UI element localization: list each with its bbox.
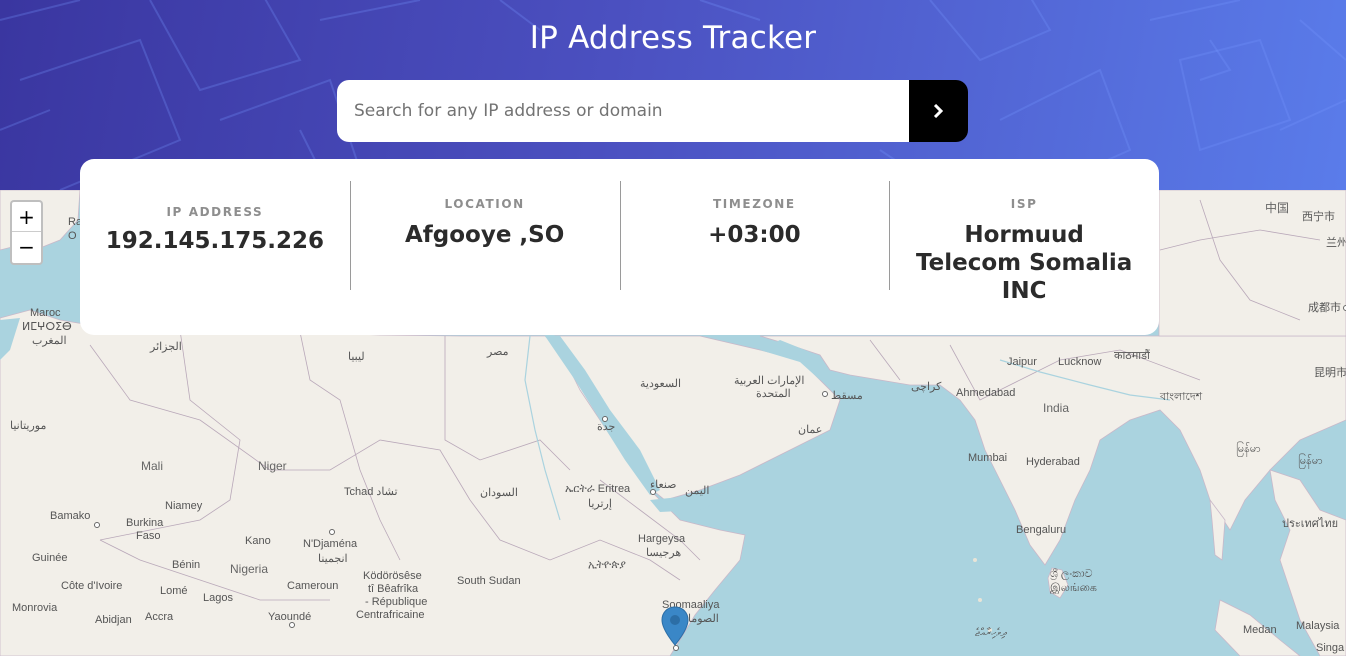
map-label: المغرب	[32, 335, 67, 347]
isp-label: ISP	[1010, 197, 1038, 211]
map-label: Accra	[145, 611, 174, 623]
map-label: இலங்கை	[1050, 582, 1097, 594]
map-label: ኤርትራ Eritrea	[565, 483, 631, 495]
map-label: الجزائر	[150, 341, 182, 353]
map-label: Bénin	[172, 559, 201, 571]
map-label: Niamey	[165, 500, 203, 512]
map-label: صنعاء	[650, 479, 677, 491]
map-label: မြန်မာ	[1236, 443, 1261, 455]
map-label: Lomé	[160, 585, 188, 597]
search-bar	[337, 80, 968, 142]
map-label: انجمينا	[318, 553, 348, 565]
map-label: tî Bêafrîka	[368, 583, 419, 595]
map-label: ދިވެހިރާއްޖެ	[975, 627, 1007, 639]
map-label: ประเทศไทย	[1282, 518, 1339, 530]
map-label: Yaoundé	[268, 611, 312, 623]
map-label: ⵍⵎⵖⵔⵉⴱ	[22, 321, 72, 333]
map-label: 昆明市	[1314, 367, 1346, 379]
map-label: - République	[365, 596, 428, 608]
map-label: موريتانيا	[10, 420, 47, 432]
map-label: 兰州	[1326, 237, 1346, 249]
map-label: မြန်မာ	[1298, 455, 1323, 467]
zoom-out-button[interactable]: −	[12, 232, 41, 262]
map-label: Tchad تشاد	[344, 486, 398, 498]
ip-address-value: 192.145.175.226	[105, 228, 324, 254]
map-label: المتحدة	[756, 388, 791, 400]
map-label: 中国	[1265, 201, 1290, 215]
map-label: Medan	[1243, 624, 1277, 636]
map-label: Nigeria	[230, 562, 269, 576]
zoom-control: + −	[10, 200, 43, 265]
map-label: ශ්‍රී ලංකාව	[1050, 568, 1093, 580]
map-label: Maroc	[30, 307, 61, 319]
map-label: Ködörösêse	[363, 570, 422, 582]
map-label: Hyderabad	[1026, 456, 1080, 468]
map-label: Centrafricaine	[356, 609, 425, 621]
search-submit-button[interactable]	[909, 80, 968, 142]
map-label: Bamako	[50, 510, 91, 522]
map-label: Malaysia	[1296, 620, 1340, 632]
map-label: هرجيسا	[646, 547, 682, 559]
map-label: جدة	[597, 421, 616, 433]
map-pin-icon[interactable]	[661, 606, 689, 646]
map-label: اليمن	[685, 485, 710, 497]
map-label: Burkina	[126, 517, 164, 529]
timezone-label: TIMEZONE	[713, 197, 796, 211]
map-label: South Sudan	[457, 575, 521, 587]
isp-section: ISP Hormuud Telecom Somalia INC	[889, 181, 1159, 304]
map-label: Lagos	[203, 592, 233, 604]
map-label: O	[68, 230, 77, 242]
ip-address-label: IP ADDRESS	[166, 205, 264, 219]
map-label: Abidjan	[95, 614, 132, 626]
map-label: إرتريا	[588, 498, 612, 510]
map-label: Lucknow	[1058, 356, 1102, 368]
map-label: Jaipur	[1007, 356, 1037, 368]
map-label: काठमाडौं	[1114, 350, 1150, 362]
map-label: Mumbai	[968, 452, 1008, 464]
map-label: India	[1043, 401, 1070, 415]
ip-address-section: IP ADDRESS 192.145.175.226	[80, 181, 350, 290]
info-card: IP ADDRESS 192.145.175.226 LOCATION Afgo…	[80, 159, 1159, 335]
map-label: Côte d'Ivoire	[61, 580, 123, 592]
location-section: LOCATION Afgooye ,SO	[349, 181, 620, 290]
map-label: السعودية	[640, 378, 682, 390]
map-label: عمان	[798, 424, 823, 436]
map-label: Singa	[1316, 642, 1345, 654]
map-label: Ahmedabad	[956, 387, 1016, 399]
location-label: LOCATION	[444, 197, 525, 211]
map-label: Mali	[141, 459, 164, 473]
map-label: বাংলাদেশ	[1160, 391, 1203, 403]
isp-value: Hormuud Telecom Somalia INC	[915, 222, 1133, 304]
map-label: الإمارات العربية	[734, 375, 805, 387]
map-label: 成都市	[1308, 302, 1341, 314]
map-label: ليبيا	[348, 351, 365, 363]
timezone-value: +03:00	[708, 222, 801, 248]
map-label: مصر	[487, 346, 509, 358]
map-label: Kano	[245, 535, 271, 547]
timezone-section: TIMEZONE +03:00	[619, 181, 890, 290]
map-label: Bengaluru	[1016, 524, 1067, 536]
page-title: IP Address Tracker	[529, 20, 817, 56]
map-label: مسقط	[831, 390, 863, 402]
map-label: Faso	[136, 530, 161, 542]
map-label: Monrovia	[12, 602, 58, 614]
map-label: Hargeysa	[638, 533, 686, 545]
chevron-right-icon	[933, 104, 944, 118]
zoom-in-button[interactable]: +	[12, 202, 41, 232]
map-label: N'Djaména	[303, 538, 358, 550]
map-label: ኢትዮጵያ	[588, 559, 626, 571]
map-label: السودان	[480, 487, 518, 499]
map-label: کراچی	[911, 381, 942, 393]
map-label: Niger	[258, 459, 287, 473]
search-input[interactable]	[337, 80, 909, 142]
map-label: Cameroun	[287, 580, 339, 592]
location-value: Afgooye ,SO	[404, 222, 565, 248]
map-label: Guinée	[32, 552, 68, 564]
map-label: 西宁市	[1302, 211, 1335, 223]
